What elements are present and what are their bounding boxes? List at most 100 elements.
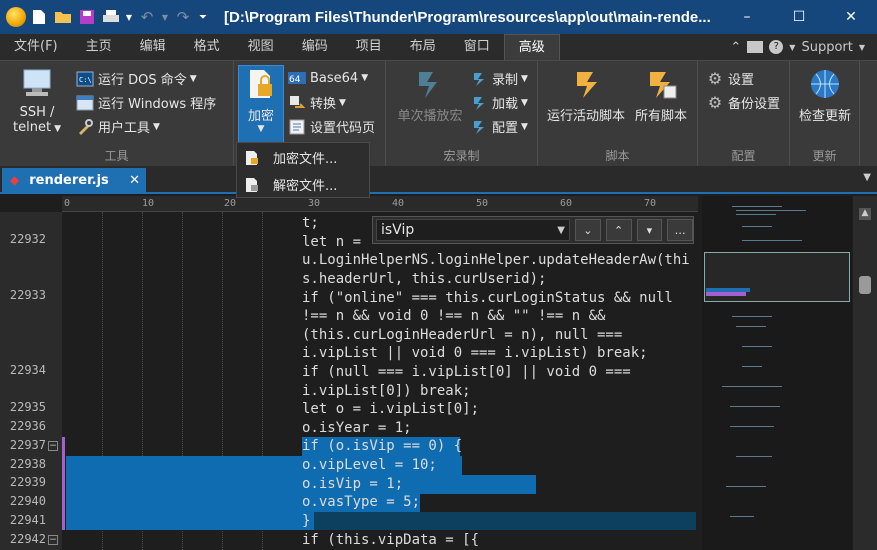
help-icon[interactable]: ? <box>769 40 784 54</box>
ruler-mark: 60 <box>560 198 573 209</box>
support-dropdown-icon[interactable]: ▼ <box>789 43 795 52</box>
run-dos-button[interactable]: C:\ 运行 DOS 命令 ▼ <box>76 69 197 88</box>
undo-dropdown-icon[interactable]: ▼ <box>160 6 170 28</box>
single-play-macro-button[interactable]: 单次播放宏 <box>392 67 468 124</box>
set-codepage-button[interactable]: 设置代码页 <box>288 117 375 136</box>
ssh-telnet-button[interactable]: SSH / telnet ▼ <box>10 67 64 137</box>
menu-item-decrypt-file[interactable]: 解密文件... <box>237 172 369 197</box>
tab-list-dropdown-icon[interactable]: ▼ <box>863 172 871 183</box>
line-number: 22934 <box>9 363 46 377</box>
globe-update-icon <box>808 67 842 101</box>
config-macro-button[interactable]: 配置 ▼ <box>470 117 528 136</box>
tab-renderer-js[interactable]: ◆ renderer.js ✕ <box>2 168 146 192</box>
save-icon[interactable] <box>76 6 98 28</box>
codepage-icon <box>288 118 306 136</box>
support-caret-icon[interactable]: ▼ <box>859 43 865 52</box>
redo-icon[interactable]: ↷ <box>172 6 194 28</box>
minimap[interactable] <box>702 196 852 550</box>
user-tools-button[interactable]: 用户工具 ▼ <box>76 117 160 136</box>
base64-icon: 64 <box>288 69 306 87</box>
load-macro-button[interactable]: 加载 ▼ <box>470 93 528 112</box>
tab-file[interactable]: 文件(F) <box>0 34 72 60</box>
minimap-line <box>730 426 774 427</box>
ribbon: SSH / telnet ▼ C:\ 运行 DOS 命令 ▼ 运行 Windows … <box>0 60 877 167</box>
encrypt-button[interactable]: 加密 ▼ <box>240 67 282 134</box>
check-update-button[interactable]: 检查更新 <box>794 67 856 124</box>
minimap-line <box>726 486 766 487</box>
find-options-chevron-icon[interactable]: ⌄ <box>575 219 601 241</box>
print-dropdown-icon[interactable]: ▼ <box>124 6 134 28</box>
vertical-scrollbar[interactable]: ▲ <box>853 196 877 550</box>
tab-advanced[interactable]: 高级 <box>503 34 560 60</box>
find-input[interactable]: isVip ▼ <box>376 219 570 241</box>
code-line: o.isVip = 1; <box>302 476 404 492</box>
line-number: 22937 <box>9 438 46 452</box>
maximize-button[interactable]: ☐ <box>773 0 825 34</box>
support-link[interactable]: Support <box>801 40 852 55</box>
backup-settings-button[interactable]: ⚙ 备份设置 <box>706 93 780 112</box>
menu-item-encrypt-file[interactable]: 加密文件... <box>237 145 369 170</box>
group-label-tools: 工具 <box>104 149 129 163</box>
minimize-button[interactable]: – <box>721 0 773 34</box>
code-editor[interactable]: t; let n = u.LoginHelperNS.loginHelper.u… <box>62 212 698 550</box>
fold-toggle-icon[interactable]: − <box>48 441 58 451</box>
convert-button[interactable]: 转换 ▼ <box>288 93 346 112</box>
tab-home[interactable]: 主页 <box>72 34 126 60</box>
scroll-thumb[interactable] <box>859 276 871 294</box>
line-number: 22942 <box>9 532 46 546</box>
undo-icon[interactable]: ↶ <box>136 6 158 28</box>
code-line: o.vasType = 5; <box>302 494 421 510</box>
print-icon[interactable] <box>100 6 122 28</box>
fold-toggle-icon[interactable]: − <box>48 535 58 545</box>
minimap-line <box>732 316 772 317</box>
quick-access-toolbar: ▼ ↶ ▼ ↷ ⏷ <box>0 0 210 34</box>
collapse-ribbon-icon[interactable]: ⌃ <box>730 40 741 55</box>
code-line: if (this.vipData = [{ <box>302 532 480 548</box>
ruler-mark: 70 <box>644 198 657 209</box>
config-macro-icon <box>470 118 488 136</box>
code-line: if (o.isVip == 0) { <box>302 438 463 454</box>
minimap-line <box>742 240 802 241</box>
tab-view[interactable]: 视图 <box>234 34 288 60</box>
window-title: [D:\Program Files\Thunder\Program\resour… <box>224 8 711 26</box>
close-button[interactable]: ✕ <box>825 0 877 34</box>
base64-button[interactable]: 64 Base64 ▼ <box>288 69 368 87</box>
dos-icon: C:\ <box>76 70 94 88</box>
layout-icon[interactable] <box>747 41 764 53</box>
new-file-icon[interactable] <box>28 6 50 28</box>
tab-layout[interactable]: 布局 <box>396 34 450 60</box>
code-line: i.vipList || void 0 === i.vipList) break… <box>302 345 648 361</box>
tab-window[interactable]: 窗口 <box>450 34 504 60</box>
tab-edit[interactable]: 编辑 <box>126 34 180 60</box>
group-label-script: 脚本 <box>605 149 630 163</box>
find-previous-icon[interactable]: ⌃ <box>605 219 632 241</box>
code-line: u.LoginHelperNS.loginHelper.updateHeader… <box>302 252 690 268</box>
tab-format[interactable]: 格式 <box>180 34 234 60</box>
run-windows-button[interactable]: 运行 Windows 程序 <box>76 93 216 112</box>
selection-highlight <box>66 512 314 530</box>
tab-project[interactable]: 项目 <box>342 34 396 60</box>
settings-button[interactable]: ⚙ 设置 <box>706 69 754 88</box>
code-line: let n = <box>302 234 370 250</box>
record-macro-button[interactable]: 录制 ▼ <box>470 69 528 88</box>
line-number: 22939 <box>9 475 46 489</box>
play-macro-icon <box>413 67 447 101</box>
ruler-mark: 30 <box>308 198 321 209</box>
find-more-icon[interactable]: … <box>667 219 693 241</box>
backup-gear-icon: ⚙ <box>707 93 723 112</box>
open-folder-icon[interactable] <box>52 6 74 28</box>
run-active-script-button[interactable]: 运行活动脚本 <box>542 67 630 124</box>
customize-toolbar-icon[interactable]: ⏷ <box>196 6 210 28</box>
code-line: } <box>302 513 311 529</box>
minimap-line <box>730 516 754 517</box>
close-tab-icon[interactable]: ✕ <box>129 173 140 188</box>
code-line: let o = i.vipList[0]; <box>302 401 480 417</box>
tab-coding[interactable]: 编码 <box>288 34 342 60</box>
minimap-line <box>736 326 766 327</box>
decrypt-file-icon <box>243 176 261 194</box>
group-update: 检查更新 更新 <box>790 61 860 167</box>
all-scripts-button[interactable]: 所有脚本 <box>630 67 692 124</box>
find-filter-icon[interactable]: ▾ <box>636 219 663 241</box>
find-history-dropdown-icon[interactable]: ▼ <box>557 225 565 236</box>
scroll-up-icon[interactable]: ▲ <box>859 208 871 220</box>
